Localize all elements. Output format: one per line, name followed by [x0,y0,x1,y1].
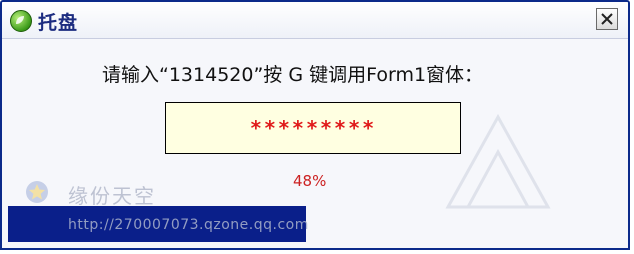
dialog-window: 托盘 请输入“1314520”按 G 键调用Form1窗体： 48% 缘份天空 … [0,0,630,250]
close-icon [601,13,613,25]
leaf-icon [10,10,32,32]
title-bar[interactable]: 托盘 [2,2,628,39]
watermark-url: http://270007073.qzone.qq.com [68,217,309,233]
password-field[interactable] [165,102,461,154]
star-logo-icon [26,181,48,203]
close-button[interactable] [596,8,618,30]
instruction-label: 请输入“1314520”按 G 键调用Form1窗体： [102,64,484,86]
window-title: 托盘 [38,12,79,34]
watermark-name: 缘份天空 [68,184,156,208]
progress-percent: 48% [293,172,327,190]
password-input[interactable] [166,103,460,153]
